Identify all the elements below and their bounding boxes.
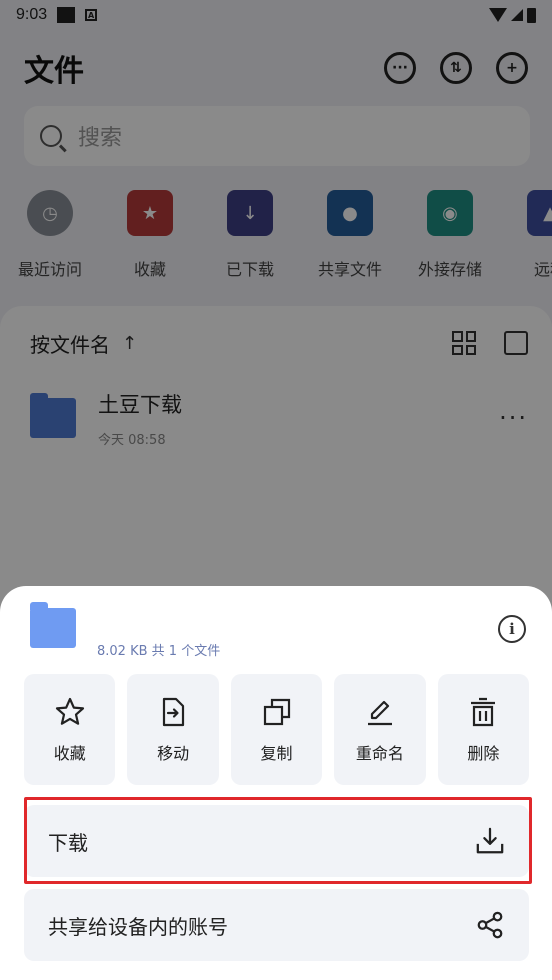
rename-icon <box>367 700 392 725</box>
move-button[interactable]: 移动 <box>127 674 219 785</box>
download-button[interactable]: 下载 <box>24 805 529 877</box>
star-icon <box>55 697 84 725</box>
share-icon <box>477 911 503 939</box>
action-grid: 收藏 移动 复制 重命名 删除 <box>24 674 530 785</box>
download-icon <box>476 827 504 854</box>
delete-icon <box>471 697 496 726</box>
share-to-account-button[interactable]: 共享给设备内的账号 <box>24 889 529 961</box>
action-label: 移动 <box>157 743 190 763</box>
move-icon <box>163 697 185 726</box>
copy-button[interactable]: 复制 <box>230 674 323 785</box>
share-label: 共享给设备内的账号 <box>48 914 228 939</box>
action-label: 收藏 <box>53 743 86 763</box>
bottom-sheet: 8.02 KB 共 1 个文件 i 收藏 移动 复制 重命名 删除 下载 共享给… <box>0 586 552 980</box>
folder-icon <box>30 602 76 648</box>
copy-icon <box>263 698 290 725</box>
action-label: 复制 <box>260 743 293 763</box>
sheet-info-text: 8.02 KB 共 1 个文件 <box>97 644 221 659</box>
delete-button[interactable]: 删除 <box>437 674 530 785</box>
favorite-button[interactable]: 收藏 <box>24 674 116 785</box>
info-icon[interactable]: i <box>498 615 526 643</box>
action-label: 重命名 <box>355 743 404 763</box>
rename-button[interactable]: 重命名 <box>334 674 426 785</box>
download-label: 下载 <box>48 830 88 855</box>
action-label: 删除 <box>467 743 500 763</box>
